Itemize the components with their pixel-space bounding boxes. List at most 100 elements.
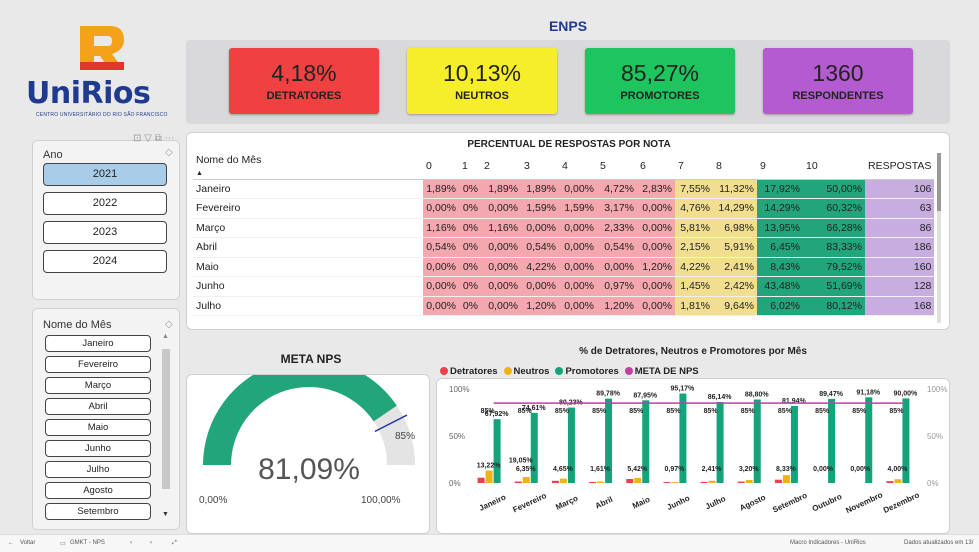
month-option-agosto[interactable]: Agosto [45, 482, 151, 499]
month-option-marco[interactable]: Março [45, 377, 151, 394]
bar-neutros [782, 475, 790, 483]
value-cell: 1,20% [597, 296, 637, 316]
value-cell: 160 [865, 257, 935, 277]
clear-selection-icon[interactable]: ◇ [165, 147, 173, 158]
kpi-label: RESPONDENTES [792, 90, 884, 102]
month-cell: Abril [193, 237, 423, 258]
value-cell: 0% [459, 257, 481, 277]
table-row[interactable]: Abril 0,54% 0% 0,00% 0,54% 0,00% 0,54% 0,00% 2,1… [193, 237, 935, 258]
table-row[interactable]: Julho 0,00% 0% 0,00% 1,20% 0,00% 1,20% 0,00% 1,8… [193, 296, 935, 316]
y-tick-label: 0% [449, 479, 461, 488]
kpi-value: 10,13% [442, 60, 521, 86]
column-header[interactable]: 6 [637, 153, 675, 180]
x-tick-label: Abril [594, 495, 614, 511]
scroll-down-icon[interactable]: ▼ [162, 511, 169, 518]
table-row[interactable]: Março 1,16% 0% 1,16% 0,00% 0,00% 2,33% 0,00% 5,8… [193, 218, 935, 238]
value-cell: 0,97% [597, 276, 637, 297]
column-header[interactable]: 3 [521, 153, 559, 180]
table-scrollbar[interactable] [937, 153, 941, 323]
legend-item-meta[interactable]: META DE NPS [624, 366, 699, 377]
next-page-icon[interactable]: › [150, 540, 152, 546]
column-header[interactable]: 2 [481, 153, 521, 180]
year-option-2024[interactable]: 2024 [43, 250, 167, 273]
promotores-data-label: 90,00% [894, 390, 919, 397]
value-cell: 5,81% [675, 218, 713, 238]
bar-chart-title: % de Detratores, Neutros e Promotores po… [579, 346, 807, 357]
table-row[interactable]: Maio 0,00% 0% 0,00% 4,22% 0,00% 0,00% 1,20% 4,22… [193, 257, 935, 277]
month-cell: Maio [193, 257, 423, 277]
neutros-data-label: 0,00% [813, 466, 834, 473]
gauge-target-label: 85% [395, 431, 415, 442]
legend-item-neutros[interactable]: Neutros [503, 366, 549, 377]
promotores-data-label: 91,18% [856, 389, 881, 396]
column-header[interactable]: RESPOSTAS [865, 153, 935, 180]
month-option-junho[interactable]: Junho [45, 440, 151, 457]
column-header[interactable]: 8 [713, 153, 757, 180]
meta-data-label: 85% [741, 408, 756, 415]
bar-detratores [626, 479, 634, 483]
month-option-abril[interactable]: Abril [45, 398, 151, 415]
gauge-max-label: 100,00% [361, 495, 401, 506]
year-option-2022[interactable]: 2022 [43, 192, 167, 215]
slicer-options-icon[interactable]: ⊡ ▽ ⧉ ⋯ [133, 133, 175, 144]
month-option-fevereiro[interactable]: Fevereiro [45, 356, 151, 373]
column-header[interactable]: 10 [803, 153, 865, 180]
legend-item-promotores[interactable]: Promotores [555, 366, 619, 377]
value-cell: 0,00% [481, 276, 521, 297]
back-arrow-icon[interactable]: ← [8, 540, 14, 546]
value-cell: 0,00% [481, 237, 521, 258]
unirios-logo: UniRios CENTRO UNIVERSITÁRIO DO RIO SÃO … [22, 18, 172, 128]
promotores-data-label: 89,47% [819, 391, 844, 398]
bar-neutros [708, 480, 716, 483]
sort-asc-icon[interactable]: ▲ [196, 170, 203, 177]
scroll-up-icon[interactable]: ▲ [162, 333, 169, 340]
value-cell: 17,92% [757, 179, 803, 199]
month-option-setembro[interactable]: Setembro [45, 503, 151, 520]
x-tick-label: Junho [666, 494, 692, 512]
x-tick-label: Janeiro [478, 493, 508, 513]
column-header[interactable]: 4 [559, 153, 597, 180]
meta-data-label: 85% [481, 408, 496, 415]
x-tick-label: Dezembro [882, 490, 921, 515]
table-row[interactable]: Janeiro 1,89% 0% 1,89% 1,89% 0,00% 4,72% 2,83% 7… [193, 179, 935, 199]
value-cell: 4,22% [675, 257, 713, 277]
prev-page-icon[interactable]: ‹ [130, 540, 132, 546]
table-row[interactable]: Fevereiro 0,00% 0% 0,00% 1,59% 1,59% 3,17% 0,00… [193, 198, 935, 219]
column-header[interactable]: 7 [675, 153, 713, 180]
month-option-janeiro[interactable]: Janeiro [45, 335, 151, 352]
clear-selection-icon[interactable]: ◇ [165, 319, 173, 330]
year-option-2021[interactable]: 2021 [43, 163, 167, 186]
page-icon: ▭ [60, 541, 66, 547]
scroll-thumb[interactable] [937, 153, 941, 211]
meta-data-label: 85% [629, 408, 644, 415]
column-header[interactable]: 9 [757, 153, 803, 180]
y-tick-label: 50% [449, 432, 465, 441]
back-button[interactable]: Voltar [20, 540, 35, 546]
month-slicer-title: Nome do Mês [43, 319, 112, 331]
scroll-thumb[interactable] [162, 349, 170, 489]
bar-detratores [737, 481, 745, 483]
x-tick-label: Setembro [771, 491, 808, 515]
month-scrollbar[interactable]: ▲ ▼ [161, 333, 171, 521]
column-header[interactable]: 1 [459, 153, 481, 180]
value-cell: 6,02% [757, 296, 803, 316]
month-option-julho[interactable]: Julho [45, 461, 151, 478]
column-header[interactable]: 0 [423, 153, 459, 180]
page-tab[interactable]: GMKT - NPS [70, 540, 105, 546]
value-cell: 63 [865, 198, 935, 219]
table-row[interactable]: Junho 0,00% 0% 0,00% 0,00% 0,00% 0,97% 0,00% 1,4… [193, 276, 935, 297]
legend-item-detratores[interactable]: Detratores [440, 366, 498, 377]
column-header-month[interactable]: Nome do Mês ▲ [193, 153, 423, 180]
kpi-respondentes: 1360 RESPONDENTES [763, 48, 913, 114]
promotores-data-label: 81,94% [782, 398, 807, 405]
column-header[interactable]: 5 [597, 153, 637, 180]
meta-data-label: 85% [889, 408, 904, 415]
brand-subtitle: CENTRO UNIVERSITÁRIO DO RIO SÃO FRANCISC… [36, 112, 168, 118]
value-cell: 51,69% [803, 276, 865, 297]
value-cell: 0,00% [637, 237, 675, 258]
month-option-maio[interactable]: Maio [45, 419, 151, 436]
value-cell: 0,00% [559, 296, 597, 316]
score-table-panel: PERCENTUAL DE RESPOSTAS POR NOTA Nome do… [186, 132, 950, 330]
year-option-2023[interactable]: 2023 [43, 221, 167, 244]
expand-icon[interactable]: ⤢ [172, 540, 177, 547]
